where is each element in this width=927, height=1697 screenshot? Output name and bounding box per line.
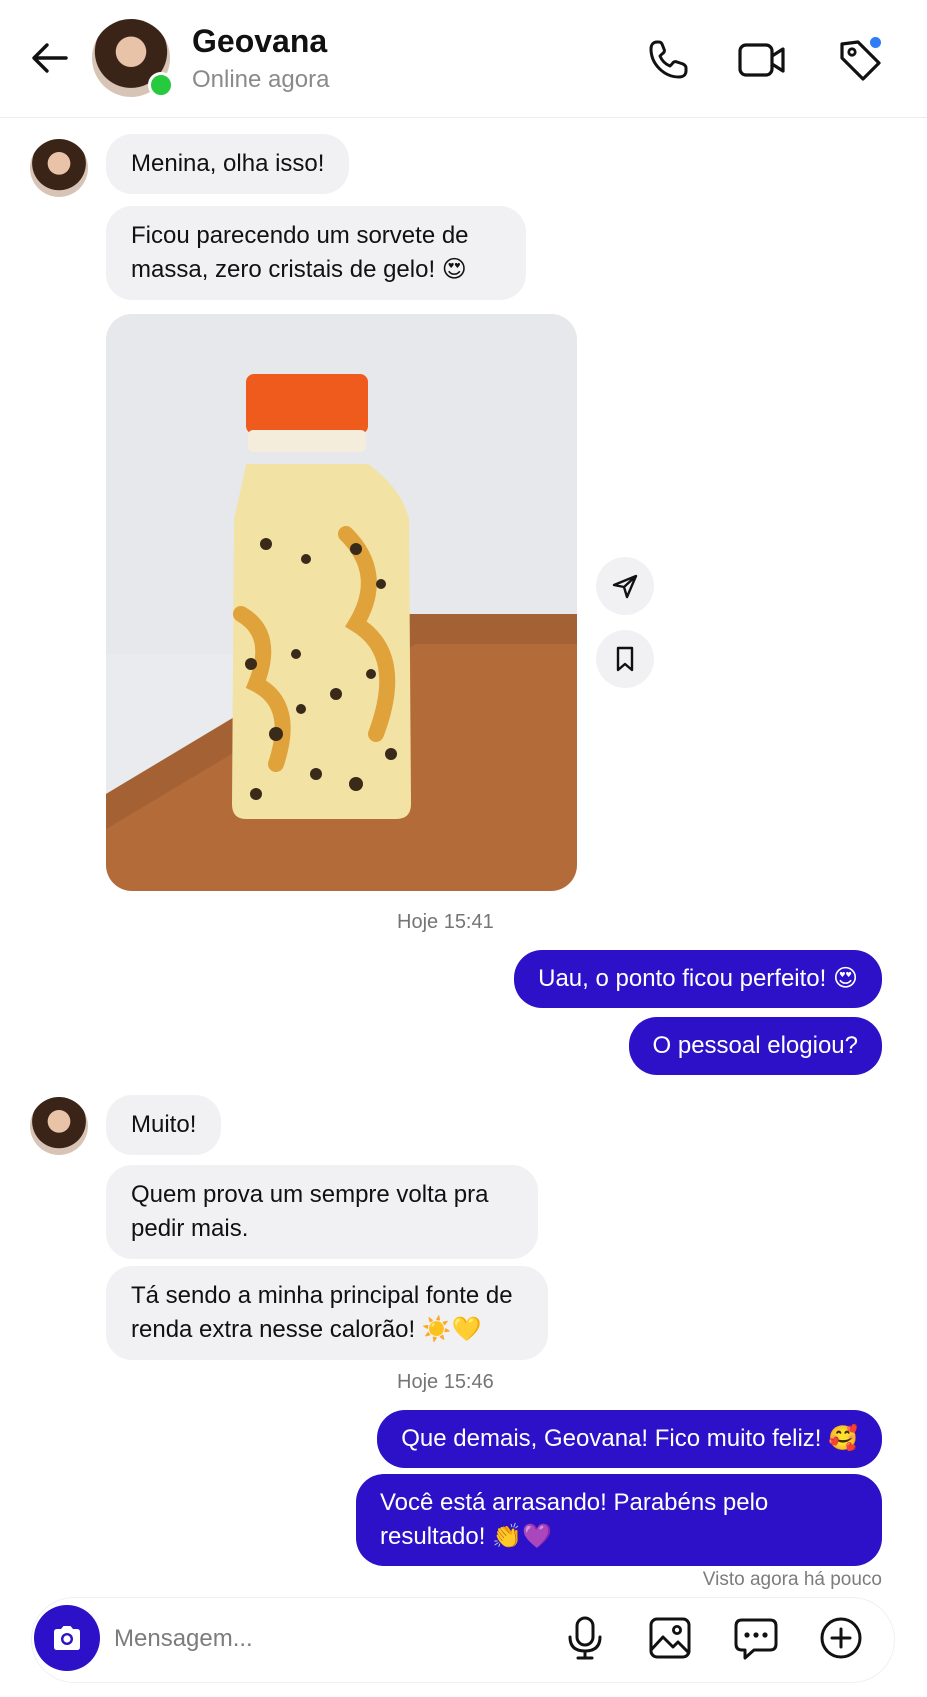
message-bubble-incoming[interactable]: Ficou parecendo um sorvete de massa, zer… [106, 206, 526, 300]
juice-bottle-photo [106, 314, 577, 891]
camera-icon [54, 1626, 80, 1650]
message-input[interactable] [112, 1612, 546, 1666]
image-icon [649, 1617, 691, 1659]
microphone-icon [568, 1616, 602, 1660]
sender-avatar[interactable] [30, 139, 88, 197]
gallery-button[interactable] [644, 1612, 696, 1664]
notification-dot [870, 37, 881, 48]
timestamp: Hoje 15:46 [397, 1371, 494, 1393]
send-icon [612, 574, 638, 599]
message-bubble-incoming[interactable]: Tá sendo a minha principal fonte de rend… [106, 1266, 548, 1360]
sender-avatar[interactable] [30, 1097, 88, 1155]
voice-message-button[interactable] [559, 1612, 611, 1664]
sticker-chat-icon [734, 1618, 778, 1660]
message-bubble-outgoing[interactable]: Uau, o ponto ficou perfeito! 😍 [514, 950, 882, 1008]
bookmark-icon [616, 646, 634, 672]
video-call-button[interactable] [736, 34, 788, 86]
camera-button[interactable] [34, 1605, 100, 1671]
share-button[interactable] [596, 557, 654, 615]
online-indicator [148, 72, 174, 98]
message-bubble-incoming[interactable]: Menina, olha isso! [106, 134, 350, 194]
back-arrow-icon [32, 43, 68, 73]
call-button[interactable] [642, 34, 694, 86]
message-bubble-outgoing[interactable]: O pessoal elogiou? [628, 1017, 882, 1075]
plus-circle-icon [820, 1617, 862, 1659]
contact-status: Online agora [192, 66, 330, 93]
more-options-button[interactable] [815, 1612, 867, 1664]
save-button[interactable] [596, 630, 654, 688]
shared-photo[interactable] [106, 314, 577, 891]
message-bubble-incoming[interactable]: Muito! [106, 1095, 222, 1155]
message-bubble-incoming[interactable]: Quem prova um sempre volta pra pedir mai… [106, 1165, 538, 1259]
seen-status: Visto agora há pouco [702, 1569, 882, 1590]
back-button[interactable] [28, 36, 72, 80]
message-bubble-outgoing[interactable]: Que demais, Geovana! Fico muito feliz! 🥰 [377, 1410, 882, 1468]
phone-icon [649, 40, 688, 79]
message-bubble-outgoing[interactable]: Você está arrasando! Parabéns pelo resul… [356, 1474, 882, 1566]
chat-header: Geovana Online agora [0, 0, 927, 118]
sticker-button[interactable] [730, 1612, 782, 1664]
timestamp: Hoje 15:41 [397, 911, 494, 933]
contact-name[interactable]: Geovana [192, 23, 327, 60]
video-camera-icon [738, 43, 785, 77]
